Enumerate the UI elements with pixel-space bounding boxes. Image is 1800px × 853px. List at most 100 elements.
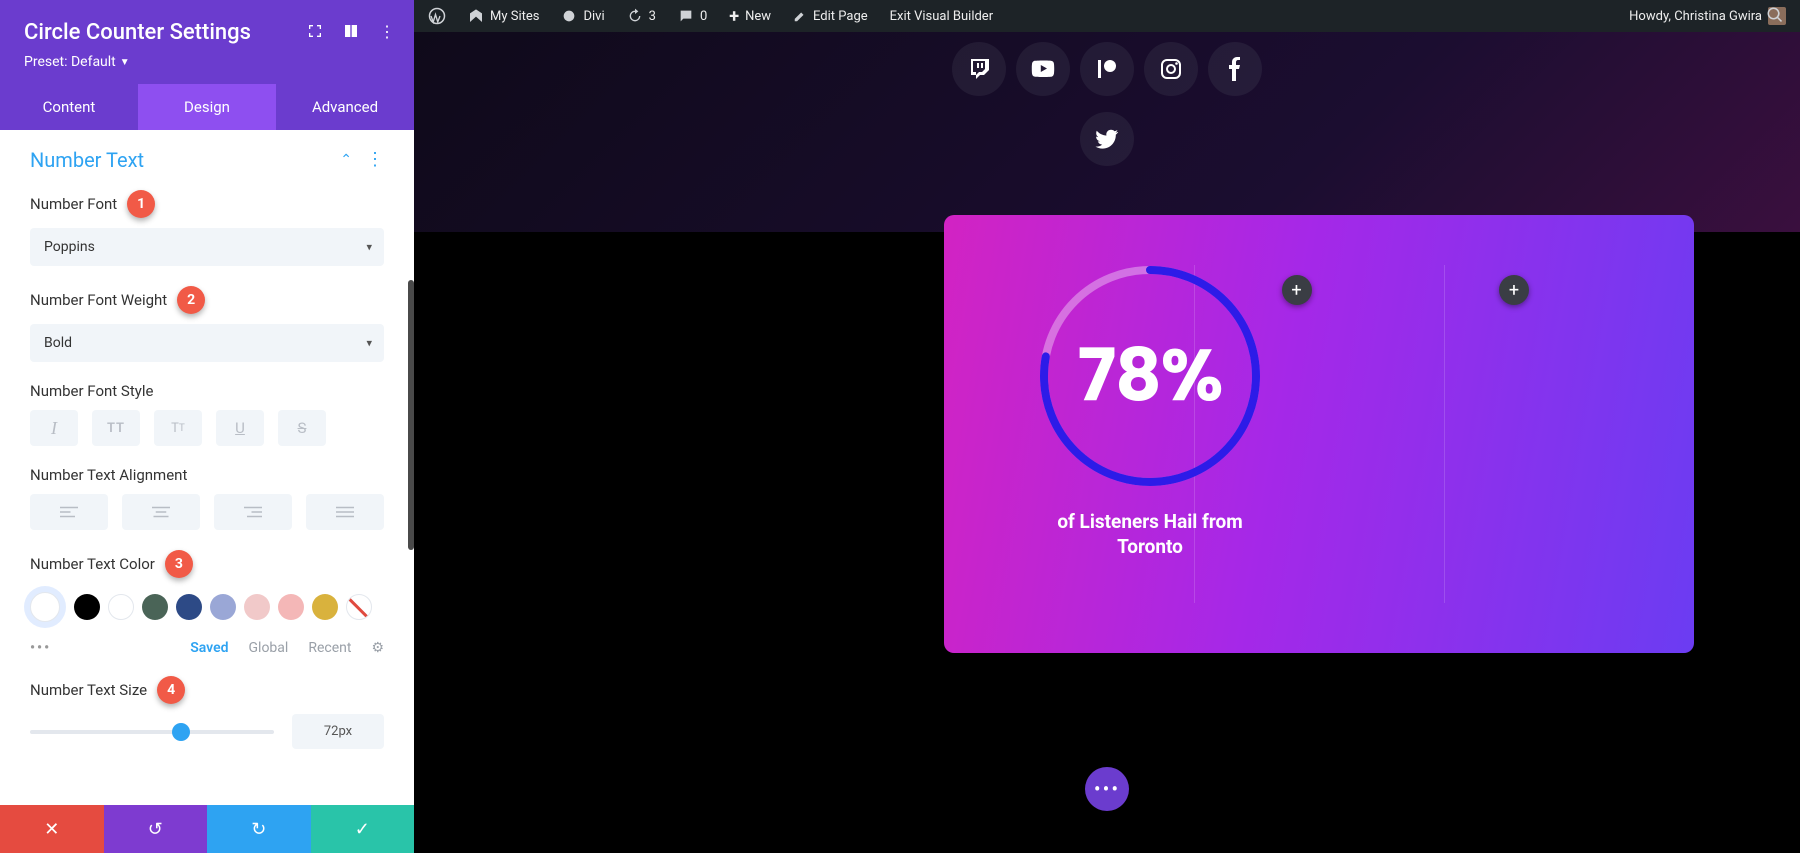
section-header[interactable]: Number Text ⌃ ⋮ bbox=[30, 148, 384, 172]
twitter-icon[interactable] bbox=[1080, 112, 1134, 166]
column-divider-2 bbox=[1444, 265, 1445, 603]
align-left-button[interactable] bbox=[30, 494, 108, 530]
builder-fab[interactable]: ••• bbox=[1085, 767, 1129, 811]
field-text-color: Number Text Color 3 ••• bbox=[30, 550, 384, 656]
field-text-size: Number Text Size 4 72px bbox=[30, 676, 384, 749]
header-actions: ⋮ bbox=[306, 22, 396, 40]
swatch-3[interactable] bbox=[142, 594, 168, 620]
comments-count: 0 bbox=[700, 9, 707, 24]
annotation-badge-1: 1 bbox=[127, 190, 155, 218]
size-slider[interactable] bbox=[30, 730, 274, 734]
redo-button[interactable]: ↻ bbox=[207, 805, 311, 853]
section-controls: ⌃ ⋮ bbox=[340, 151, 384, 169]
style-uppercase-button[interactable]: TT bbox=[92, 410, 140, 446]
wp-logo-icon[interactable] bbox=[422, 7, 452, 25]
tab-advanced[interactable]: Advanced bbox=[276, 84, 414, 130]
more-colors-button[interactable]: ••• bbox=[30, 640, 51, 656]
swatch-black[interactable] bbox=[74, 594, 100, 620]
exit-label: Exit Visual Builder bbox=[890, 9, 993, 24]
weight-label: Number Font Weight bbox=[30, 291, 167, 309]
wp-admin-bar: My Sites Divi 3 0 +New Edit Page Exit Vi… bbox=[414, 0, 1800, 32]
columns-icon[interactable] bbox=[342, 22, 360, 40]
swatch-8[interactable] bbox=[312, 594, 338, 620]
my-sites-link[interactable]: My Sites bbox=[462, 8, 545, 24]
new-label: New bbox=[745, 9, 771, 24]
howdy-label: Howdy, Christina Gwira bbox=[1629, 9, 1762, 24]
swatch-transparent[interactable] bbox=[346, 594, 372, 620]
swatch-white[interactable] bbox=[108, 594, 134, 620]
color-picker-button[interactable] bbox=[30, 592, 60, 622]
cancel-button[interactable]: ✕ bbox=[0, 805, 104, 853]
style-strike-button[interactable]: S bbox=[278, 410, 326, 446]
patreon-icon[interactable] bbox=[1080, 42, 1134, 96]
exit-builder-link[interactable]: Exit Visual Builder bbox=[884, 9, 999, 24]
field-number-font: Number Font 1 Poppins bbox=[30, 190, 384, 266]
field-alignment: Number Text Alignment bbox=[30, 466, 384, 530]
twitch-icon[interactable] bbox=[952, 42, 1006, 96]
palette-global[interactable]: Global bbox=[249, 640, 289, 656]
app-root: Circle Counter Settings Preset: Default … bbox=[0, 0, 1800, 853]
swatch-6[interactable] bbox=[244, 594, 270, 620]
align-justify-button[interactable] bbox=[306, 494, 384, 530]
updates-count: 3 bbox=[649, 9, 656, 24]
updates-link[interactable]: 3 bbox=[621, 8, 662, 24]
section-title: Number Text bbox=[30, 148, 144, 172]
search-icon[interactable] bbox=[1760, 6, 1790, 24]
weight-select[interactable]: Bold bbox=[30, 324, 384, 362]
counter-ring: 78% bbox=[1034, 260, 1266, 492]
save-button[interactable]: ✓ bbox=[311, 805, 415, 853]
instagram-icon[interactable] bbox=[1144, 42, 1198, 96]
edit-page-link[interactable]: Edit Page bbox=[787, 9, 874, 24]
palette-gear-icon[interactable]: ⚙ bbox=[371, 640, 384, 656]
new-link[interactable]: +New bbox=[723, 6, 777, 27]
size-value-input[interactable]: 72px bbox=[292, 714, 384, 749]
style-underline-button[interactable]: U bbox=[216, 410, 264, 446]
my-sites-label: My Sites bbox=[490, 9, 539, 24]
undo-button[interactable]: ↺ bbox=[104, 805, 208, 853]
section-kebab-icon[interactable]: ⋮ bbox=[366, 151, 384, 169]
expand-icon[interactable] bbox=[306, 22, 324, 40]
canvas: My Sites Divi 3 0 +New Edit Page Exit Vi… bbox=[414, 0, 1800, 853]
youtube-icon[interactable] bbox=[1016, 42, 1070, 96]
settings-tabs: Content Design Advanced bbox=[0, 84, 414, 130]
size-label: Number Text Size bbox=[30, 681, 147, 699]
palette-saved[interactable]: Saved bbox=[190, 640, 228, 656]
divi-link[interactable]: Divi bbox=[555, 8, 610, 24]
color-swatches bbox=[30, 588, 384, 626]
circle-counter-module[interactable]: 78% of Listeners Hail from Toronto bbox=[1034, 260, 1266, 559]
swatch-5[interactable] bbox=[210, 594, 236, 620]
comments-link[interactable]: 0 bbox=[672, 8, 713, 24]
palette-recent[interactable]: Recent bbox=[308, 640, 351, 656]
divi-label: Divi bbox=[583, 9, 604, 24]
style-italic-button[interactable]: I bbox=[30, 410, 78, 446]
slider-thumb[interactable] bbox=[172, 723, 190, 741]
tab-design[interactable]: Design bbox=[138, 84, 276, 130]
hero-dark-section bbox=[414, 32, 1800, 232]
sidebar-header: Circle Counter Settings Preset: Default … bbox=[0, 0, 414, 84]
align-center-button[interactable] bbox=[122, 494, 200, 530]
align-label: Number Text Alignment bbox=[30, 466, 187, 484]
facebook-icon[interactable] bbox=[1208, 42, 1262, 96]
settings-sidebar: Circle Counter Settings Preset: Default … bbox=[0, 0, 414, 853]
sidebar-footer: ✕ ↺ ↻ ✓ bbox=[0, 805, 414, 853]
align-right-button[interactable] bbox=[214, 494, 292, 530]
field-font-style: Number Font Style I TT TT U S bbox=[30, 382, 384, 446]
kebab-icon[interactable]: ⋮ bbox=[378, 22, 396, 40]
gradient-section: 78% of Listeners Hail from Toronto + + bbox=[944, 215, 1694, 653]
chevron-up-icon[interactable]: ⌃ bbox=[340, 152, 352, 168]
annotation-badge-3: 3 bbox=[165, 550, 193, 578]
add-module-button-2[interactable]: + bbox=[1499, 275, 1529, 305]
counter-value: 78% bbox=[1034, 260, 1266, 492]
add-module-button-1[interactable]: + bbox=[1282, 275, 1312, 305]
font-select[interactable]: Poppins bbox=[30, 228, 384, 266]
style-smallcaps-button[interactable]: TT bbox=[154, 410, 202, 446]
caret-down-icon: ▼ bbox=[120, 57, 130, 68]
field-font-weight: Number Font Weight 2 Bold bbox=[30, 286, 384, 362]
edit-label: Edit Page bbox=[813, 9, 868, 24]
swatch-4[interactable] bbox=[176, 594, 202, 620]
preset-selector[interactable]: Preset: Default ▼ bbox=[24, 54, 130, 70]
swatch-7[interactable] bbox=[278, 594, 304, 620]
style-label: Number Font Style bbox=[30, 382, 153, 400]
tab-content[interactable]: Content bbox=[0, 84, 138, 130]
annotation-badge-4: 4 bbox=[157, 676, 185, 704]
